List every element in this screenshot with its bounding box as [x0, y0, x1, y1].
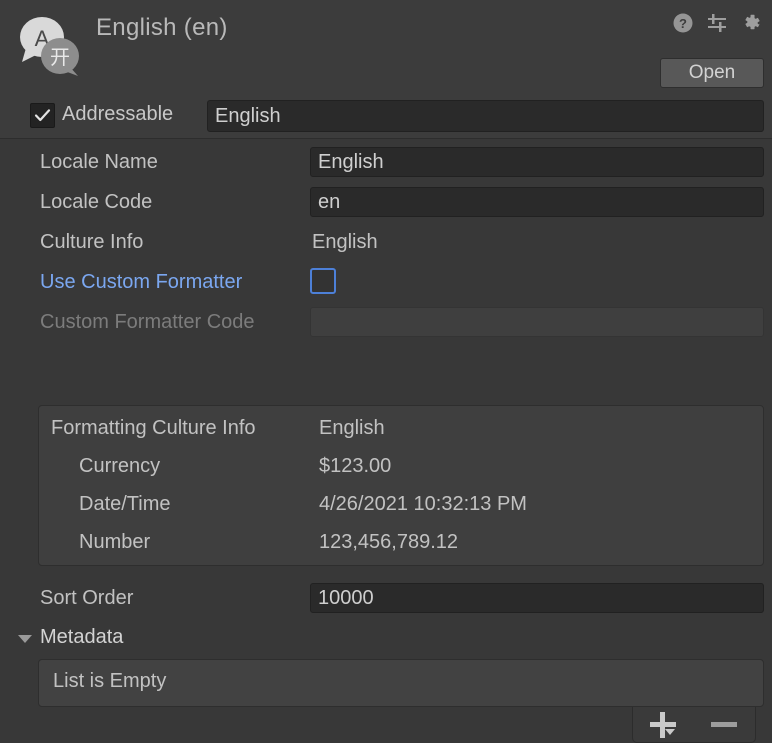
addressable-row: Addressable English — [0, 90, 772, 139]
checkmark-icon — [34, 107, 51, 124]
svg-text:?: ? — [679, 16, 687, 31]
locale-code-label: Locale Code — [40, 191, 152, 214]
use-custom-formatter-checkbox[interactable] — [310, 268, 336, 294]
preset-icon[interactable] — [706, 12, 728, 34]
formatting-culture-info-label: Formatting Culture Info — [51, 417, 256, 440]
culture-info-label: Culture Info — [40, 231, 143, 254]
number-label: Number — [79, 531, 150, 554]
locale-icon-glyph-cjk: 开 — [50, 47, 70, 69]
datetime-row: Date/Time 4/26/2021 10:32:13 PM — [39, 486, 763, 524]
minus-icon — [711, 722, 737, 727]
formatting-culture-info-box: Formatting Culture Info English Currency… — [38, 405, 764, 566]
inspector-header: A 开 English (en) ? — [0, 0, 772, 90]
formatting-culture-info-row: Formatting Culture Info English — [39, 410, 763, 448]
datetime-value: 4/26/2021 10:32:13 PM — [319, 493, 527, 516]
custom-formatter-code-row: Custom Formatter Code — [0, 305, 772, 339]
inspector-body: Locale Name English Locale Code en Cultu… — [0, 139, 772, 725]
use-custom-formatter-label: Use Custom Formatter — [40, 271, 242, 294]
use-custom-formatter-row: Use Custom Formatter — [0, 265, 772, 299]
custom-formatter-code-label: Custom Formatter Code — [40, 311, 255, 334]
locale-name-input[interactable]: English — [310, 147, 764, 177]
chevron-down-small-icon — [665, 729, 675, 735]
locale-code-input[interactable]: en — [310, 187, 764, 217]
add-metadata-button[interactable] — [635, 707, 693, 741]
page-title: English (en) — [96, 14, 228, 42]
currency-row: Currency $123.00 — [39, 448, 763, 486]
formatting-culture-info-value: English — [319, 417, 385, 440]
currency-label: Currency — [79, 455, 160, 478]
header-icon-group: ? — [672, 12, 762, 34]
datetime-label: Date/Time — [79, 493, 171, 516]
culture-info-row: Culture Info English — [0, 225, 772, 259]
sort-order-label: Sort Order — [40, 587, 133, 610]
metadata-list-toolbar — [632, 707, 756, 743]
addressable-label: Addressable — [62, 103, 173, 126]
remove-metadata-button[interactable] — [695, 707, 753, 741]
metadata-label: Metadata — [40, 626, 123, 649]
metadata-list[interactable]: List is Empty — [38, 659, 764, 707]
locale-asset-icon: A 开 — [12, 10, 84, 82]
locale-name-label: Locale Name — [40, 151, 158, 174]
sort-order-row: Sort Order 10000 — [0, 581, 772, 615]
number-value: 123,456,789.12 — [319, 531, 458, 554]
metadata-foldout[interactable]: Metadata — [0, 624, 772, 654]
culture-info-value: English — [312, 231, 378, 254]
help-icon[interactable]: ? — [672, 12, 694, 34]
custom-formatter-code-input — [310, 307, 764, 337]
open-button[interactable]: Open — [660, 58, 764, 88]
chevron-down-icon — [18, 635, 32, 643]
settings-gear-icon[interactable] — [740, 12, 762, 34]
number-row: Number 123,456,789.12 — [39, 524, 763, 562]
sort-order-input[interactable]: 10000 — [310, 583, 764, 613]
metadata-empty-text: List is Empty — [53, 670, 166, 693]
currency-value: $123.00 — [319, 455, 391, 478]
addressable-checkbox[interactable] — [30, 103, 55, 128]
locale-code-row: Locale Code en — [0, 185, 772, 219]
locale-name-row: Locale Name English — [0, 145, 772, 179]
addressable-address-input[interactable]: English — [207, 100, 764, 132]
